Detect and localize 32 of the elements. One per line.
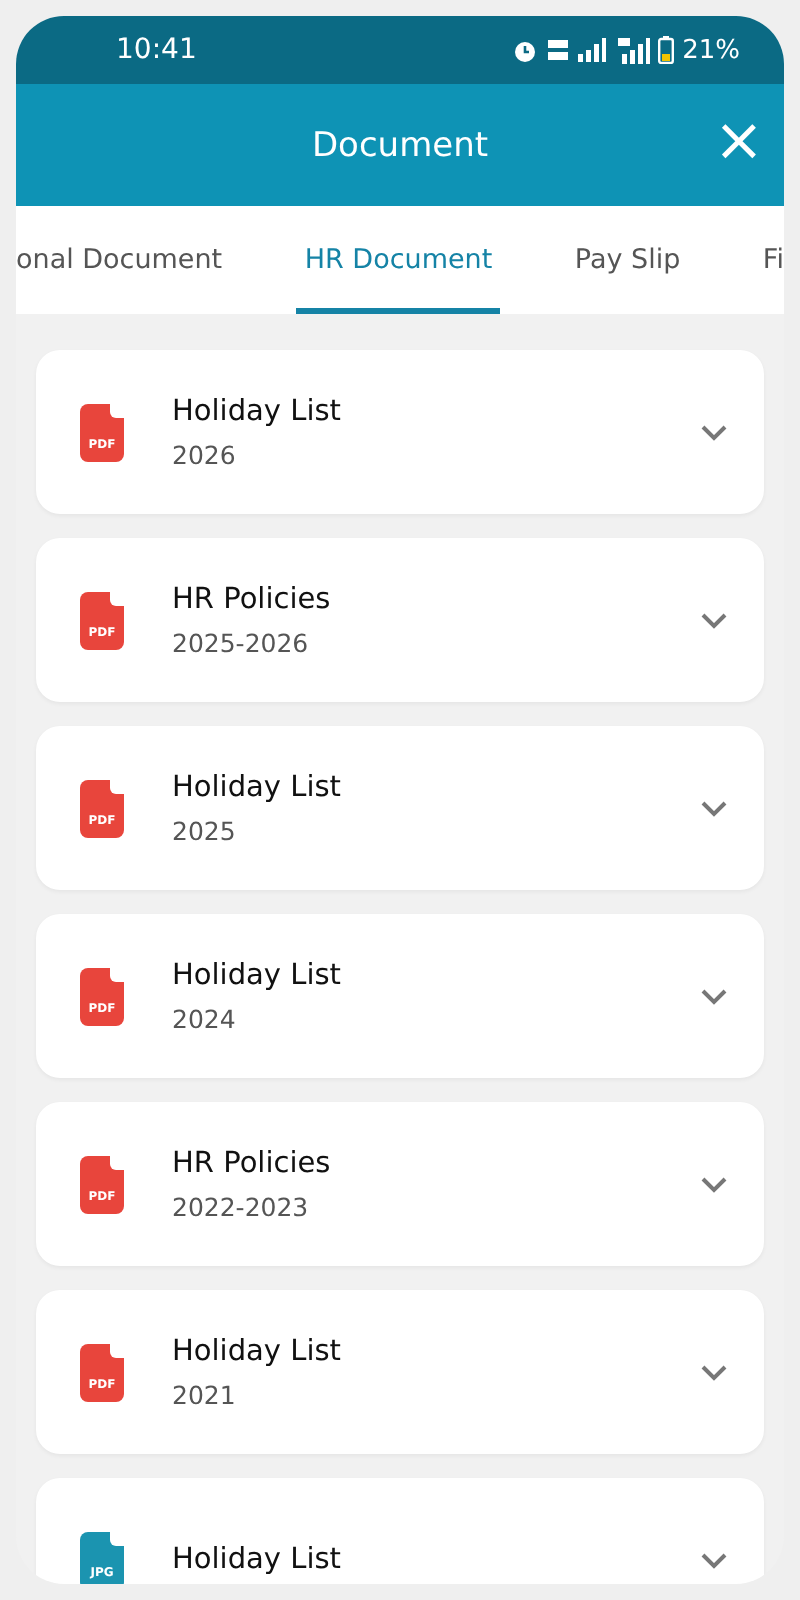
chevron-down-icon[interactable]	[700, 611, 728, 629]
document-title: HR Policies	[172, 1147, 333, 1179]
document-year: 2024	[172, 1003, 238, 1033]
signal-icon	[578, 38, 607, 62]
chevron-down-icon[interactable]	[700, 1175, 728, 1193]
tab[interactable]: Pay Slip	[566, 212, 689, 314]
signal-5g-icon	[614, 37, 651, 63]
tab[interactable]: HR Document	[296, 212, 501, 314]
document-year: 2021	[172, 1379, 238, 1409]
document-title: HR Policies	[172, 583, 333, 615]
document-title: Holiday List	[172, 1544, 343, 1576]
status-time: 10:41	[116, 34, 197, 66]
document-title: Holiday List	[172, 395, 343, 427]
chevron-down-icon[interactable]	[700, 423, 728, 441]
chevron-down-icon[interactable]	[700, 987, 728, 1005]
battery-icon	[658, 36, 675, 64]
document-year: 2025	[172, 815, 238, 845]
chevron-down-icon[interactable]	[700, 799, 728, 817]
document-year: 2022-2023	[172, 1191, 311, 1221]
tab[interactable]: onal Document	[16, 212, 231, 314]
tab[interactable]: Fi	[754, 212, 784, 314]
document-year: 2025-2026	[172, 627, 311, 657]
header-title: Document	[311, 125, 489, 165]
document-title: Holiday List	[172, 1335, 343, 1367]
alarm-icon	[512, 37, 539, 63]
chevron-down-icon[interactable]	[700, 1551, 728, 1569]
battery-percent: 21%	[682, 35, 740, 65]
chevron-down-icon[interactable]	[700, 1363, 728, 1381]
document-title: Holiday List	[172, 959, 343, 991]
document-year: 2026	[172, 439, 238, 469]
close-button[interactable]: ×	[709, 112, 768, 172]
document-title: Holiday List	[172, 771, 343, 803]
